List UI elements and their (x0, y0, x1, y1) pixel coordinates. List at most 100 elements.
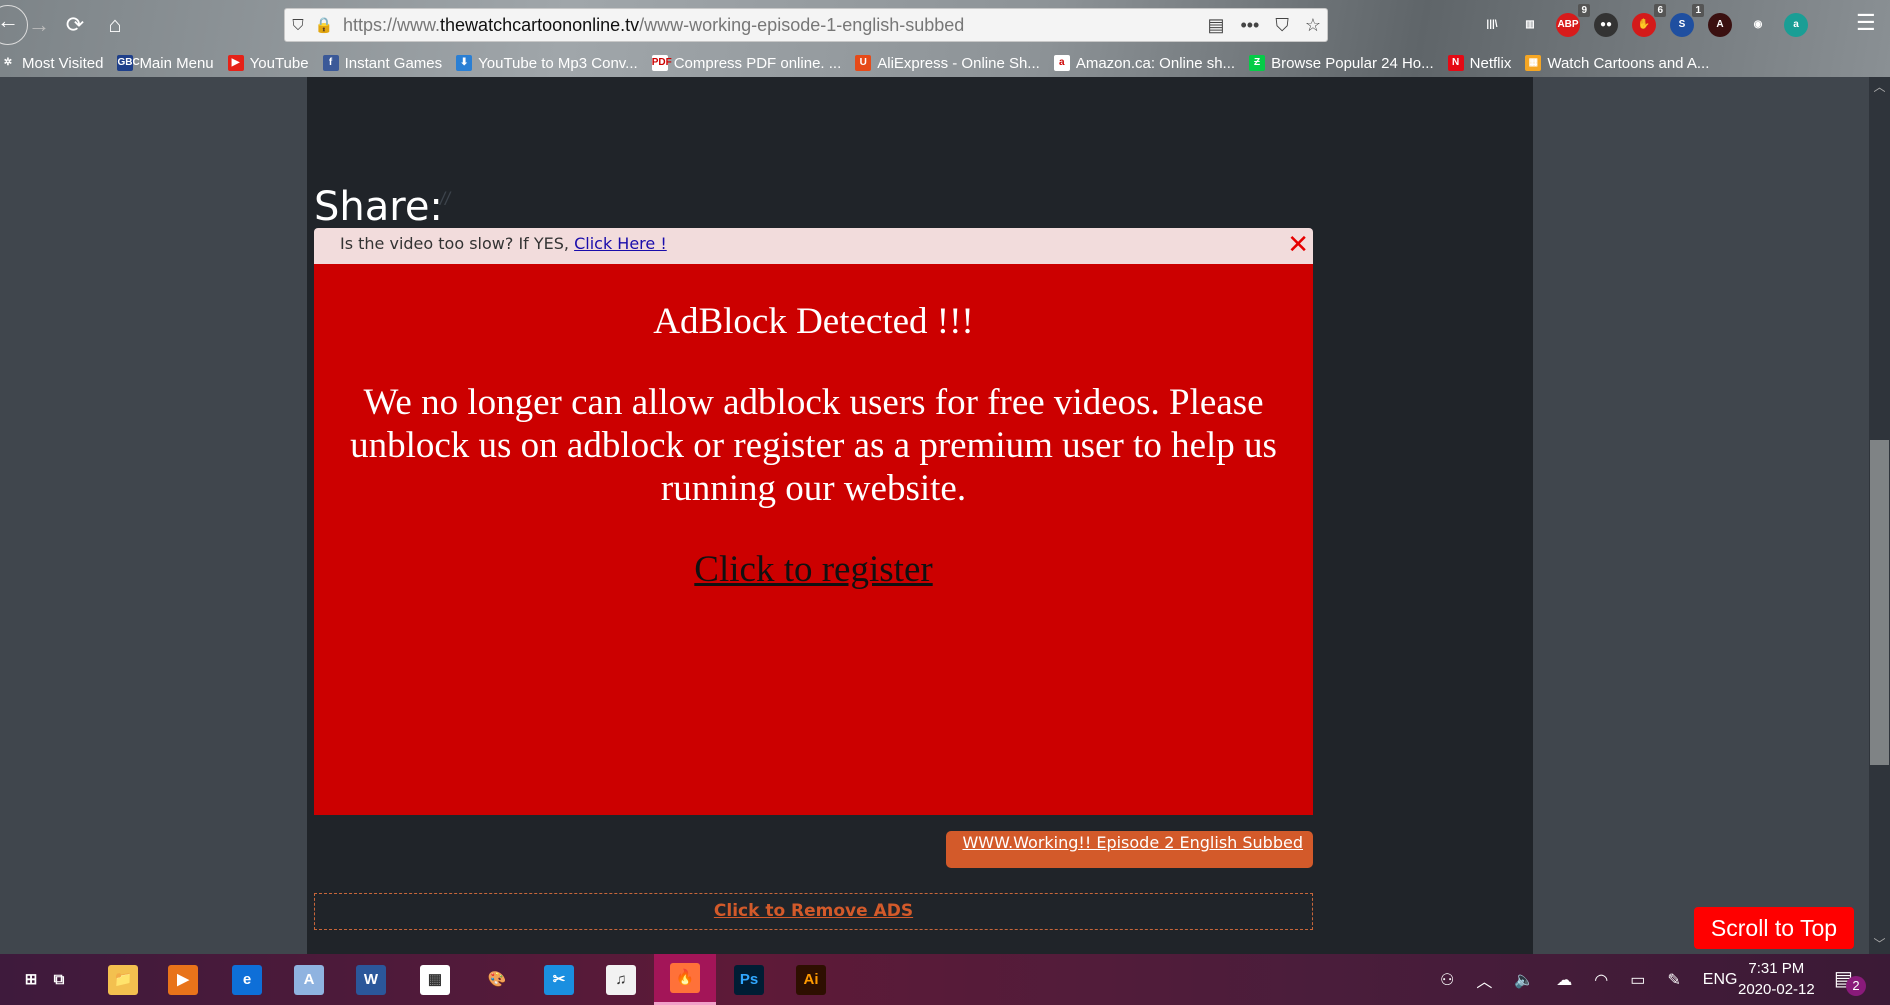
wifi-icon[interactable]: ◠ (1594, 970, 1608, 990)
vertical-scrollbar[interactable]: ︿ ﹀ (1869, 77, 1890, 954)
bookmark-label: Instant Games (344, 54, 443, 72)
bookmark-label: YouTube to Mp3 Conv... (478, 54, 638, 72)
acrobat-icon[interactable]: A (1708, 13, 1732, 37)
click-here-link[interactable]: Click Here ! (574, 234, 667, 253)
url-path: /www-working-episode-1-english-subbed (639, 14, 965, 35)
adblock-plus-icon[interactable]: ABP 9 (1556, 4, 1590, 37)
bookmark-item[interactable]: Ƶ Browse Popular 24 Ho... (1249, 55, 1434, 72)
bookmark-label: Most Visited (22, 54, 104, 72)
taskbar-edge[interactable]: e (216, 954, 278, 1005)
bookmark-item[interactable]: a Amazon.ca: Online sh... (1053, 55, 1235, 72)
page-viewport: Share: // Is the video too slow? If YES,… (0, 77, 1869, 954)
taskbar-paint[interactable]: 🎨 (466, 954, 528, 1005)
paint-icon: 🎨 (487, 970, 507, 988)
close-icon[interactable]: ✕ (1287, 230, 1309, 260)
taskbar-snipping-tool[interactable]: ✂ (528, 954, 590, 1005)
extension-glyph: ▥ (1525, 19, 1535, 30)
bookmark-item[interactable]: ✲ Most Visited (0, 54, 104, 72)
browser-toolbar: ← → ⟳ ⌂ ⛉ 🔒 https://www.thewatchcartoono… (0, 0, 1890, 77)
bookmark-item[interactable]: ▦ Watch Cartoons and A... (1525, 55, 1709, 72)
scrollbar-thumb[interactable] (1870, 440, 1889, 765)
scroll-to-top-button[interactable]: Scroll to Top (1694, 907, 1854, 949)
media-player-icon: ▶ (168, 964, 198, 995)
dots-icon[interactable]: ●● (1594, 13, 1618, 37)
s-blocker-icon[interactable]: S1 (1670, 4, 1704, 37)
bookmark-label: AliExpress - Online Sh... (877, 54, 1040, 72)
pocket-icon[interactable]: ⛉ (1275, 15, 1289, 36)
itunes-icon: ♫ (606, 964, 636, 995)
bookmark-favicon-icon: ▦ (1525, 55, 1542, 71)
url-text[interactable]: https://www.thewatchcartoononline.tv/www… (343, 15, 964, 36)
chevron-up-icon[interactable]: ︿ (1476, 968, 1492, 992)
hamburger-menu-icon[interactable]: ☰ (1856, 10, 1876, 36)
taskbar-illustrator[interactable]: Ai (780, 954, 842, 1005)
next-episode-button[interactable]: WWW.Working!! Episode 2 English Subbed (946, 831, 1313, 868)
lock-icon[interactable]: 🔒 (311, 16, 337, 34)
bookmark-label: Browse Popular 24 Ho... (1271, 54, 1434, 72)
extension-glyph: a (1793, 19, 1799, 30)
bookmark-item[interactable]: ⬇ YouTube to Mp3 Conv... (456, 55, 638, 72)
reload-icon: ⟳ (65, 12, 85, 37)
bookmark-item[interactable]: f Instant Games (322, 54, 443, 72)
extension-glyph: ABP (1557, 19, 1579, 30)
library-icon[interactable]: |||\ (1480, 13, 1504, 37)
forward-button[interactable]: → (24, 10, 54, 40)
bookmark-star-icon[interactable]: ☆ (1305, 15, 1321, 36)
scroll-down-icon[interactable]: ﹀ (1869, 934, 1890, 954)
page-actions-icon[interactable]: ••• (1240, 15, 1259, 36)
url-bar[interactable]: ⛉ 🔒 https://www.thewatchcartoononline.tv… (284, 8, 1328, 42)
main-content-column: Share: // Is the video too slow? If YES,… (307, 77, 1533, 954)
windows-taskbar: ⊞ ⧉ 📁 ▶ e A W ▦ 🎨 ✂ ♫ 🔥 Ps Ai ⚇ ︿ 🔈 ☁ ◠ ▭ ✎ ENG 7:31 … (0, 954, 1890, 1005)
bookmark-favicon-icon: PDF (651, 55, 672, 71)
bookmark-item[interactable]: U AliExpress - Online Sh... (855, 55, 1040, 72)
taskbar-file-explorer[interactable]: 📁 (92, 954, 154, 1005)
bookmark-label: Compress PDF online. ... (673, 54, 842, 72)
pen-icon[interactable]: ✎ (1667, 970, 1680, 990)
edge-icon: e (232, 964, 262, 995)
ublock-icon[interactable]: ✋ 6 (1632, 4, 1666, 37)
sidebar-icon[interactable]: ▥ (1518, 13, 1542, 37)
reader-view-icon[interactable]: ▤ (1207, 15, 1224, 36)
bookmark-item[interactable]: N Netflix (1447, 55, 1511, 72)
bookmark-favicon-icon: f (322, 55, 339, 71)
bookmark-favicon-icon: ✲ (3, 57, 13, 68)
bookmark-favicon-icon: ⬇ (456, 55, 473, 71)
wordpad-icon: A (294, 964, 324, 995)
extension-glyph: |||\ (1486, 19, 1498, 30)
taskbar-task-view[interactable]: ⧉ (28, 954, 90, 1005)
bookmark-label: YouTube (249, 54, 309, 72)
bookmark-favicon-icon: Ƶ (1249, 55, 1266, 71)
task-view-icon: ⧉ (53, 970, 65, 988)
home-button[interactable]: ⌂ (100, 10, 130, 40)
reload-button[interactable]: ⟳ (60, 10, 90, 40)
url-prefix: https://www. (343, 14, 441, 35)
taskbar-photoshop[interactable]: Ps (718, 954, 780, 1005)
account-icon[interactable]: ◉ (1746, 13, 1770, 37)
bookmark-item[interactable]: PDF Compress PDF online. ... (651, 54, 842, 72)
taskbar-word[interactable]: W (340, 954, 402, 1005)
register-link[interactable]: Click to register (694, 548, 932, 591)
clock-time: 7:31 PM (1748, 960, 1805, 977)
taskbar-media-player[interactable]: ▶ (152, 954, 214, 1005)
volume-icon[interactable]: 🔈 (1514, 970, 1534, 990)
onedrive-icon[interactable]: ☁ (1556, 970, 1572, 990)
bookmark-item[interactable]: ▶ YouTube (227, 54, 309, 72)
file-explorer-icon: 📁 (108, 964, 138, 995)
language-indicator[interactable]: ENG (1703, 971, 1738, 989)
remove-ads-link[interactable]: Click to Remove ADS (314, 893, 1313, 930)
extension-badge: 1 (1692, 4, 1704, 17)
battery-icon[interactable]: ▭ (1630, 970, 1645, 990)
taskbar-itunes[interactable]: ♫ (590, 954, 652, 1005)
taskbar-wordpad[interactable]: A (278, 954, 340, 1005)
bookmark-item[interactable]: GBC Main Menu (117, 55, 214, 72)
taskbar-firefox[interactable]: 🔥 (654, 954, 716, 1005)
bookmark-favicon-icon: a (1053, 55, 1070, 71)
firefox-icon: 🔥 (670, 963, 700, 993)
scroll-up-icon[interactable]: ︿ (1869, 77, 1890, 97)
extension-glyph: ✋ (1637, 19, 1651, 30)
a-extension-icon[interactable]: a (1784, 13, 1808, 37)
taskbar-calculator[interactable]: ▦ (404, 954, 466, 1005)
people-icon[interactable]: ⚇ (1440, 970, 1454, 990)
tracking-shield-icon[interactable]: ⛉ (285, 17, 311, 34)
clock[interactable]: 7:31 PM 2020-02-12 (1738, 958, 1815, 1000)
